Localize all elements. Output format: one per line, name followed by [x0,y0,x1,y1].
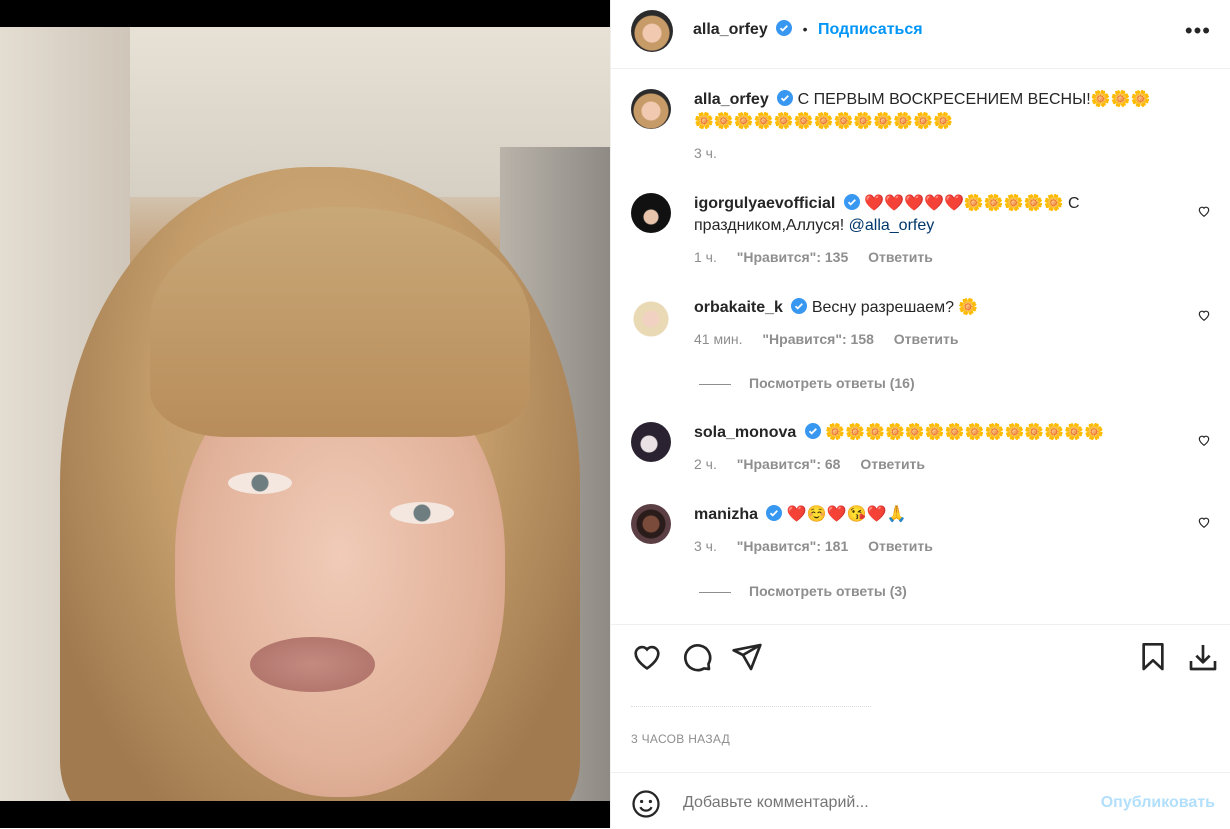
comment-meta: 2 ч. "Нравится": 68 Ответить [694,456,941,472]
post-photo-pane [0,0,610,828]
post-time[interactable]: 3 ЧАСОВ НАЗАД [631,732,730,746]
comment-item: manizha ❤️☺️❤️😘❤️🙏 3 ч. "Нравится": 181 … [631,504,1211,564]
comment-body: sola_monova 🌼🌼🌼🌼🌼🌼🌼🌼🌼🌼🌼🌼🌼🌼 [694,422,1164,444]
view-replies-button[interactable]: Посмотреть ответы (3) [699,583,907,599]
author-username[interactable]: alla_orfey [693,21,768,38]
verified-badge-icon [843,194,860,210]
comment-likes[interactable]: "Нравится": 158 [762,331,873,347]
share-icon[interactable] [731,641,763,673]
heart-small-icon[interactable] [1197,433,1211,447]
verified-badge-icon [776,20,793,36]
comment-input[interactable] [681,793,1015,813]
comment-time[interactable]: 41 мин. [694,331,743,347]
comment-text: 🌼🌼🌼🌼🌼🌼🌼🌼🌼🌼🌼🌼🌼🌼 [825,424,1105,441]
verified-badge-icon [791,298,808,314]
comment-body: orbakaite_k Весну разрешаем? 🌼 [694,297,1144,319]
caption-body: alla_orfey С ПЕРВЫМ ВОСКРЕСЕНИЕМ ВЕСНЫ!🌼… [694,89,1164,133]
comment-body: igorgulyaevofficial ❤️❤️❤️❤️❤️🌼🌼🌼🌼🌼 С пр… [694,193,1164,237]
comment-meta: 41 мин. "Нравится": 158 Ответить [694,331,975,347]
caption-time[interactable]: 3 ч. [694,145,717,161]
emoji-icon[interactable] [631,789,661,819]
comment-icon[interactable] [681,641,713,673]
verified-badge-icon [766,505,783,521]
comment-likes[interactable]: "Нравится": 181 [737,538,848,554]
commenter-avatar[interactable] [631,422,671,462]
commenter-username[interactable]: sola_monova [694,424,796,441]
comment-meta: 1 ч. "Нравится": 135 Ответить [694,249,949,265]
commenter-avatar[interactable] [631,504,671,544]
comment-likes[interactable]: "Нравится": 68 [737,456,841,472]
likes-summary-placeholder [631,706,871,711]
verified-badge-icon [777,90,794,106]
comment-text: Весну разрешаем? 🌼 [811,299,979,316]
comment-item: igorgulyaevofficial ❤️❤️❤️❤️❤️🌼🌼🌼🌼🌼 С пр… [631,193,1211,273]
reply-button[interactable]: Ответить [860,456,925,472]
photo-eye-left [228,472,292,494]
commenter-avatar[interactable] [631,193,671,233]
caption-avatar[interactable] [631,89,671,129]
comment-time[interactable]: 1 ч. [694,249,717,265]
header-user-line: alla_orfey • Подписаться [693,20,923,39]
comment-meta: 3 ч. "Нравится": 181 Ответить [694,538,949,554]
photo-lips [250,637,375,692]
reply-button[interactable]: Ответить [868,538,933,554]
more-options-icon[interactable]: ••• [1185,18,1211,44]
save-icon[interactable] [1137,641,1169,673]
caption-username[interactable]: alla_orfey [694,91,769,108]
commenter-username[interactable]: manizha [694,506,758,523]
replies-divider-line [699,383,731,385]
view-replies-button[interactable]: Посмотреть ответы (16) [699,375,915,391]
post-side-panel: alla_orfey • Подписаться ••• alla_orfey … [610,0,1230,828]
post-actions-bar [611,624,1230,691]
post-header: alla_orfey • Подписаться ••• [611,0,1230,69]
view-replies-label: Посмотреть ответы (16) [749,375,915,391]
comment-time[interactable]: 3 ч. [694,538,717,554]
comment-text: ❤️☺️❤️😘❤️🙏 [786,506,907,523]
author-avatar[interactable] [631,10,673,52]
comment-likes[interactable]: "Нравится": 135 [737,249,848,265]
comment-item: orbakaite_k Весну разрешаем? 🌼 41 мин. "… [631,297,1211,357]
follow-button[interactable]: Подписаться [818,21,923,38]
caption-meta: 3 ч. [694,145,733,161]
photo-eye-right [390,502,454,524]
separator-dot: • [802,21,808,37]
commenter-username[interactable]: igorgulyaevofficial [694,195,835,212]
view-replies-label: Посмотреть ответы (3) [749,583,907,599]
replies-divider-line [699,591,731,593]
heart-small-icon[interactable] [1197,515,1211,529]
reply-button[interactable]: Ответить [894,331,959,347]
caption-row: alla_orfey С ПЕРВЫМ ВОСКРЕСЕНИЕМ ВЕСНЫ!🌼… [631,89,1211,169]
like-icon[interactable] [631,641,663,673]
download-icon[interactable] [1187,641,1219,673]
commenter-username[interactable]: orbakaite_k [694,299,783,316]
publish-button[interactable]: Опубликовать [1101,794,1215,812]
comment-item: sola_monova 🌼🌼🌼🌼🌼🌼🌼🌼🌼🌼🌼🌼🌼🌼 2 ч. "Нравитс… [631,422,1211,482]
comments-list[interactable]: alla_orfey С ПЕРВЫМ ВОСКРЕСЕНИЕМ ВЕСНЫ!🌼… [611,69,1230,623]
add-comment-bar: Опубликовать [611,772,1230,829]
comment-mention[interactable]: @alla_orfey [849,217,935,234]
heart-small-icon[interactable] [1197,308,1211,322]
comment-time[interactable]: 2 ч. [694,456,717,472]
comment-body: manizha ❤️☺️❤️😘❤️🙏 [694,504,1144,526]
reply-button[interactable]: Ответить [868,249,933,265]
post-photo[interactable] [0,27,610,801]
commenter-avatar[interactable] [631,297,671,337]
heart-small-icon[interactable] [1197,204,1211,218]
verified-badge-icon [804,423,821,439]
photo-bangs [150,207,530,437]
